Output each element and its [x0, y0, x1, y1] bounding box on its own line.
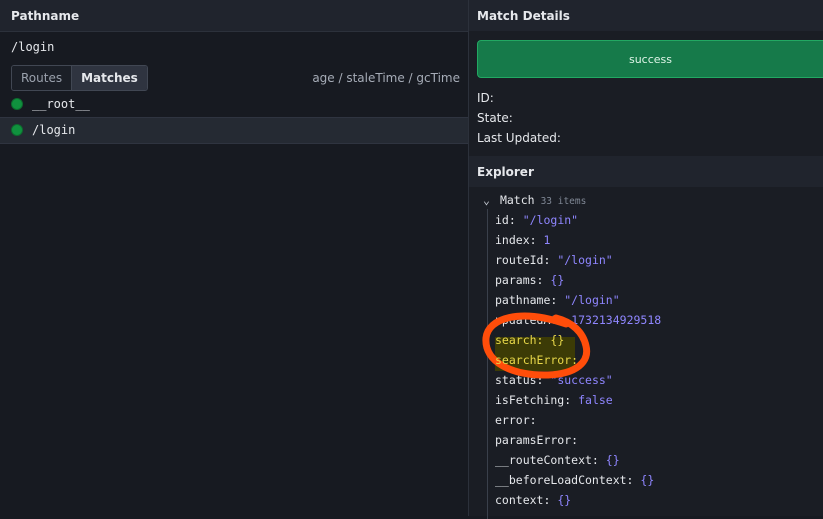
annotation-circle — [482, 312, 591, 379]
property-key: searchError: — [495, 353, 579, 367]
property-value: {} — [550, 333, 565, 347]
explorer-property[interactable]: searchError: — [495, 353, 578, 367]
explorer-property[interactable]: search: {} — [495, 333, 564, 347]
property-key: search: — [495, 333, 544, 347]
